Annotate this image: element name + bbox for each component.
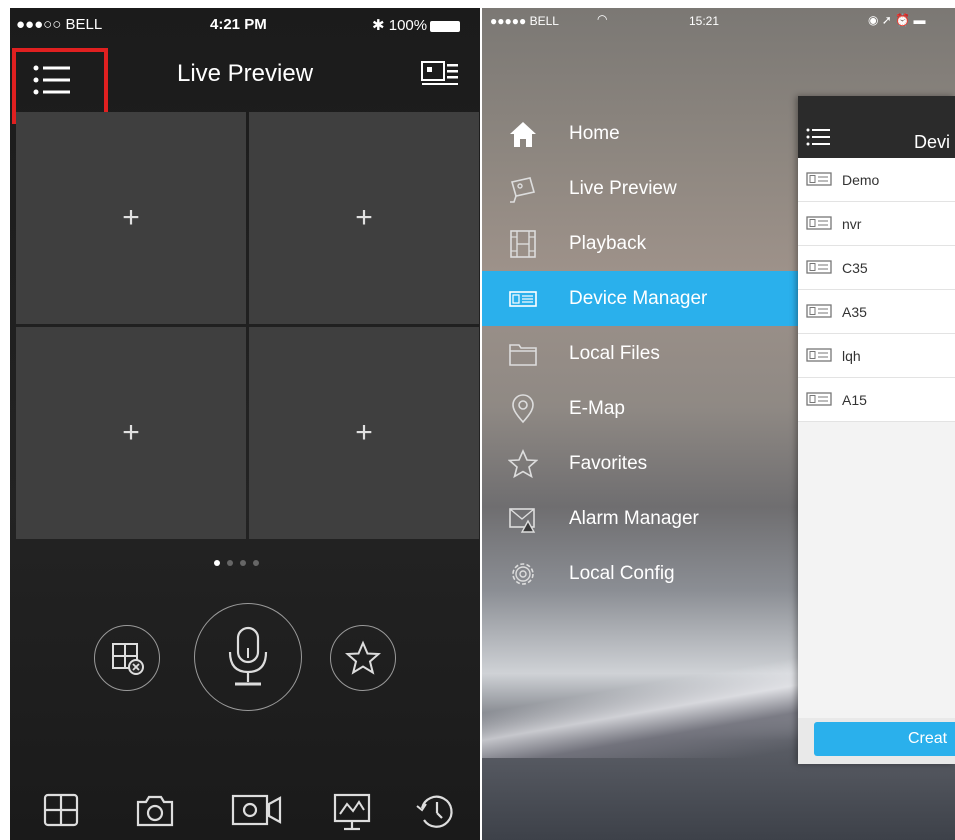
- device-list: Demo nvr C35 A35 lqh A15: [798, 158, 955, 422]
- status-icons: ◉ ➚ ⏰ ▬: [868, 13, 926, 27]
- page-indicator: [214, 553, 266, 571]
- history-playback-icon[interactable]: [414, 792, 456, 832]
- close-all-windows-button[interactable]: [94, 625, 160, 691]
- preview-cell[interactable]: +: [16, 112, 246, 324]
- device-row[interactable]: lqh: [798, 334, 955, 378]
- star-icon: [345, 640, 381, 675]
- menu-item-home[interactable]: Home: [482, 106, 802, 161]
- alarm-mail-icon: [509, 508, 536, 533]
- battery-status: ✱ 100%: [372, 16, 461, 34]
- device-row[interactable]: A35: [798, 290, 955, 334]
- device-icon: [509, 291, 537, 307]
- menu-item-device-manager[interactable]: Device Manager: [482, 271, 802, 326]
- bluetooth-icon: ✱: [372, 17, 385, 34]
- side-menu: Home Live Preview Playback Device Manage…: [482, 106, 802, 601]
- battery-label: 100%: [388, 17, 428, 34]
- device-icon: [806, 172, 832, 186]
- menu-item-local-files[interactable]: Local Files: [482, 326, 802, 381]
- menu-item-label: Favorites: [569, 453, 648, 474]
- record-video-icon[interactable]: [230, 792, 284, 830]
- page-dot-active: [214, 560, 220, 566]
- carrier-label: ●●●●● BELL: [490, 14, 559, 28]
- live-preview-screen: ●●●○○ BELL 4:21 PM ✱ 100% Live Preview +…: [10, 8, 480, 840]
- device-name: A35: [842, 304, 867, 320]
- status-bar: ●●●●● BELL ◠ 15:21 ◉ ➚ ⏰ ▬: [482, 8, 955, 34]
- device-row[interactable]: C35: [798, 246, 955, 290]
- gear-icon: [512, 563, 534, 585]
- menu-item-alarm-manager[interactable]: Alarm Manager: [482, 491, 802, 546]
- device-name: C35: [842, 260, 868, 276]
- wifi-icon: ◠: [597, 12, 608, 26]
- device-icon: [806, 260, 832, 274]
- menu-item-label: Live Preview: [569, 178, 677, 199]
- add-icon: +: [355, 416, 373, 449]
- preview-cell[interactable]: +: [249, 112, 479, 324]
- nav-bar: Live Preview: [10, 40, 480, 124]
- preview-cell[interactable]: +: [249, 327, 479, 539]
- clock: 15:21: [689, 14, 720, 28]
- preview-grid: + + + +: [16, 112, 480, 540]
- preview-cell[interactable]: +: [16, 327, 246, 539]
- device-row[interactable]: Demo: [798, 158, 955, 202]
- side-menu-screen: ●●●●● BELL ◠ 15:21 ◉ ➚ ⏰ ▬ Home Live Pre…: [482, 8, 955, 840]
- page-dot: [253, 560, 259, 566]
- create-button-label: Creat: [908, 730, 948, 747]
- page-title: Live Preview: [176, 60, 314, 87]
- panel-empty-area: [798, 422, 955, 718]
- panel-title: Devi: [914, 132, 951, 152]
- menu-item-label: Device Manager: [569, 288, 708, 309]
- bottom-toolbar: [10, 786, 480, 836]
- add-icon: +: [122, 416, 140, 449]
- menu-item-label: Home: [569, 123, 620, 144]
- device-icon: [806, 348, 832, 362]
- device-row[interactable]: nvr: [798, 202, 955, 246]
- device-list-icon[interactable]: [420, 58, 460, 88]
- menu-item-label: E-Map: [569, 398, 625, 419]
- menu-item-label: Local Config: [569, 563, 675, 584]
- map-pin-icon: [512, 394, 534, 424]
- home-icon: [510, 122, 536, 147]
- camera-icon: [510, 177, 536, 203]
- folder-icon: [509, 344, 537, 366]
- page-dot: [227, 560, 233, 566]
- monitor-chart-icon[interactable]: [332, 792, 374, 832]
- create-button[interactable]: Creat: [814, 722, 955, 756]
- device-row[interactable]: A15: [798, 378, 955, 422]
- device-icon: [806, 392, 832, 406]
- device-name: A15: [842, 392, 867, 408]
- status-bar: ●●●○○ BELL 4:21 PM ✱ 100%: [10, 8, 480, 40]
- microphone-icon: [228, 626, 268, 686]
- add-icon: +: [355, 201, 373, 234]
- star-icon: [508, 449, 538, 479]
- add-icon: +: [122, 201, 140, 234]
- menu-list-icon[interactable]: [806, 128, 832, 146]
- menu-item-playback[interactable]: Playback: [482, 216, 802, 271]
- page-dot: [240, 560, 246, 566]
- device-name: nvr: [842, 216, 862, 232]
- film-icon: [510, 230, 536, 258]
- menu-item-e-map[interactable]: E-Map: [482, 381, 802, 436]
- battery-icon: [430, 20, 461, 32]
- device-manager-panel: Devi Demo nvr C35 A35 lqh A15 Creat: [798, 96, 955, 764]
- carrier-label: ●●●○○ BELL: [16, 16, 103, 33]
- menu-item-label: Local Files: [569, 343, 660, 364]
- talk-button[interactable]: [194, 603, 302, 711]
- device-icon: [806, 216, 832, 230]
- menu-item-label: Playback: [569, 233, 647, 254]
- split-screen-icon[interactable]: [42, 792, 82, 830]
- menu-item-live-preview[interactable]: Live Preview: [482, 161, 802, 216]
- menu-item-label: Alarm Manager: [569, 508, 699, 529]
- device-name: Demo: [842, 172, 880, 188]
- device-icon: [806, 304, 832, 318]
- grid-close-icon: [112, 643, 144, 675]
- snapshot-camera-icon[interactable]: [134, 792, 176, 830]
- device-name: lqh: [842, 348, 861, 364]
- clock: 4:21 PM: [210, 16, 267, 33]
- menu-item-favorites[interactable]: Favorites: [482, 436, 802, 491]
- panel-header: Devi: [798, 96, 955, 158]
- menu-item-local-config[interactable]: Local Config: [482, 546, 802, 601]
- favorite-button[interactable]: [330, 625, 396, 691]
